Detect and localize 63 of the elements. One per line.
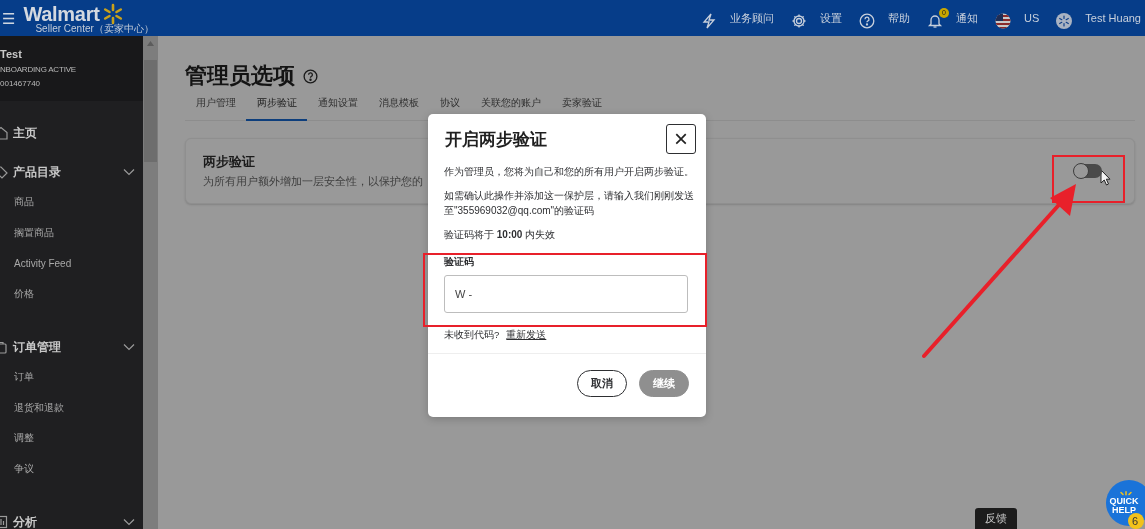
card-title: 两步验证 bbox=[203, 153, 255, 171]
seller-id: 001467740 bbox=[0, 80, 42, 88]
sidebar-item[interactable]: 价格 bbox=[0, 278, 143, 309]
feedback-button[interactable]: 反馈 bbox=[975, 508, 1017, 529]
sidebar-item[interactable]: 争议 bbox=[0, 453, 143, 484]
close-button[interactable]: × bbox=[666, 124, 696, 154]
sidebar-item[interactable]: 搁置商品 bbox=[0, 217, 143, 248]
sidebar-group[interactable]: 产品目录 bbox=[0, 157, 143, 187]
code-input-field[interactable]: W - bbox=[444, 275, 688, 313]
dialog-text: 如需确认此操作并添加这一保护层，请输入我们刚刚发送至"355969032@qq.com"的验证码 bbox=[444, 189, 695, 218]
scrollbar[interactable] bbox=[143, 36, 158, 529]
sidebar-group[interactable]: 主页 bbox=[0, 118, 143, 148]
settings-icon bbox=[791, 12, 808, 29]
cursor-icon bbox=[1100, 169, 1112, 187]
tab[interactable]: 通知设置 bbox=[307, 93, 368, 121]
tab[interactable]: 卖家验证 bbox=[551, 93, 612, 121]
cancel-button[interactable]: 取消 bbox=[577, 370, 627, 397]
card-description: 为所有用户额外增加一层安全性，以保护您的 bbox=[203, 173, 423, 189]
quick-help-text: QUICK bbox=[1109, 497, 1139, 506]
dialog-text: 验证码将于 10:00 内失效 bbox=[444, 228, 557, 242]
spark-logo-icon bbox=[101, 2, 124, 25]
field-label: 验证码 bbox=[444, 255, 475, 269]
header-advisor-link[interactable]: 业务顾问 bbox=[701, 7, 775, 29]
sidebar-group[interactable]: 订单管理 bbox=[0, 332, 143, 362]
tab[interactable]: 用户管理 bbox=[185, 93, 246, 121]
header-account-link[interactable]: Test Huang bbox=[1056, 7, 1141, 29]
brand-name: Walmart bbox=[23, 3, 100, 24]
sidebar-group[interactable]: 分析 bbox=[0, 507, 143, 529]
resend-prompt: 未收到代码? bbox=[444, 329, 500, 342]
help-icon bbox=[859, 12, 876, 29]
scrollbar-thumb[interactable] bbox=[144, 60, 157, 162]
sidebar-item[interactable]: Activity Feed bbox=[0, 248, 143, 279]
header-settings-link[interactable]: 设置 bbox=[791, 7, 843, 29]
scroll-up-icon[interactable] bbox=[147, 41, 154, 46]
sidebar-item[interactable]: 订单 bbox=[0, 362, 143, 393]
toggle-switch[interactable] bbox=[1075, 164, 1102, 178]
chevron-icon bbox=[123, 518, 135, 526]
bell-icon bbox=[927, 12, 944, 29]
spark-icon bbox=[1119, 491, 1133, 496]
dialog-text: 作为管理员，您将为自己和您的所有用户开启两步验证。 bbox=[444, 165, 695, 179]
sidebar-item[interactable]: 退货和退款 bbox=[0, 392, 143, 423]
page-title: 管理员选项 bbox=[185, 65, 295, 87]
tab[interactable]: 两步验证 bbox=[246, 93, 307, 121]
lightning-icon bbox=[701, 12, 718, 29]
avatar-icon bbox=[1056, 12, 1073, 29]
help-icon[interactable] bbox=[303, 68, 318, 84]
chevron-icon bbox=[123, 343, 135, 351]
quick-help-text: HELP bbox=[1112, 506, 1136, 515]
flag-icon bbox=[995, 12, 1012, 29]
resend-link[interactable]: 重新发送 bbox=[506, 329, 547, 342]
seller-name: Test bbox=[0, 49, 23, 60]
tab[interactable]: 协议 bbox=[429, 93, 470, 121]
seller-status: NBOARDING ACTIVE bbox=[0, 66, 77, 74]
header-help-link[interactable]: 帮助 bbox=[859, 7, 911, 29]
header-region-link[interactable]: US bbox=[995, 7, 1040, 29]
menu-icon[interactable]: ☰ bbox=[2, 10, 16, 26]
brand-subtitle: Seller Center（卖家中心） bbox=[35, 23, 154, 34]
tab[interactable]: 关联您的账户 bbox=[470, 93, 551, 121]
sidebar-item[interactable]: 商品 bbox=[0, 187, 143, 218]
dialog-title: 开启两步验证 bbox=[445, 128, 547, 151]
chevron-icon bbox=[123, 168, 135, 176]
sidebar-item[interactable]: 调整 bbox=[0, 423, 143, 454]
tab[interactable]: 消息模板 bbox=[368, 93, 429, 121]
